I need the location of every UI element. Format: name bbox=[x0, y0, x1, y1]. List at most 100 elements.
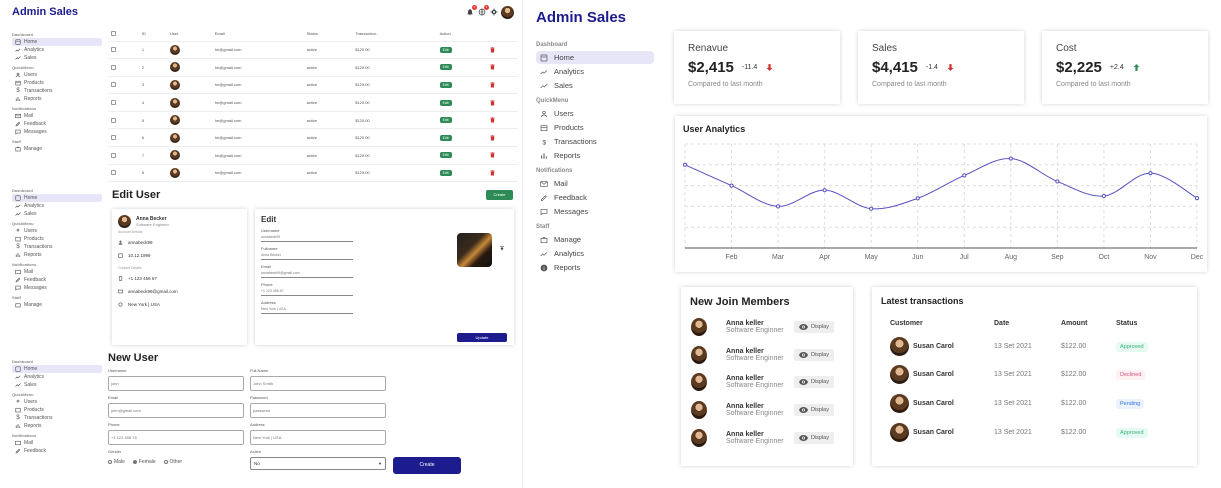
status-badge[interactable]: Approved bbox=[1116, 341, 1148, 352]
sidebar-item-home[interactable]: Home bbox=[12, 365, 102, 373]
gender-male-radio[interactable]: Male bbox=[108, 459, 125, 465]
sidebar-item-analytics[interactable]: Analytics bbox=[536, 65, 654, 78]
sidebar-item-mail[interactable]: Mail bbox=[536, 177, 654, 190]
sidebar-item-reports[interactable]: Reports bbox=[12, 422, 102, 430]
update-button[interactable]: Update bbox=[457, 333, 507, 342]
table-row[interactable]: 2 hn@gmail.com active $120.00 Edit bbox=[108, 58, 518, 77]
sidebar-item-messages[interactable]: Messages bbox=[536, 205, 654, 218]
data-point[interactable] bbox=[822, 188, 827, 193]
table-row[interactable]: 1 hn@gmail.com active $120.00 Edit bbox=[108, 41, 518, 60]
data-point[interactable] bbox=[915, 196, 920, 201]
column-header-id[interactable]: ID bbox=[138, 27, 167, 42]
sidebar-item-sales[interactable]: Sales bbox=[536, 79, 654, 92]
data-point[interactable] bbox=[1148, 171, 1153, 176]
gender-female-radio[interactable]: Female bbox=[132, 459, 156, 465]
gender-other-radio[interactable]: Other bbox=[163, 459, 182, 465]
table-row[interactable]: 6 hn@gmail.com active $120.00 Edit bbox=[108, 128, 518, 148]
data-point[interactable] bbox=[1008, 156, 1013, 161]
sidebar-item-sales[interactable]: Sales bbox=[12, 54, 102, 62]
edit-field-input[interactable]: New York | USA bbox=[261, 307, 353, 314]
sidebar-item-users[interactable]: Users bbox=[12, 71, 102, 79]
language-icon[interactable]: 2 bbox=[478, 5, 489, 16]
sidebar-item-transactions[interactable]: $ Transactions bbox=[12, 243, 102, 251]
sidebar-item-sales[interactable]: Sales bbox=[12, 210, 102, 218]
data-point[interactable] bbox=[775, 204, 781, 209]
sidebar-item-feedback[interactable]: Feedback bbox=[536, 191, 654, 204]
sidebar-item-manage[interactable]: Manage bbox=[12, 301, 102, 309]
display-button[interactable]: Display bbox=[793, 432, 834, 445]
sidebar-item-products[interactable]: Products bbox=[12, 79, 102, 87]
user-upload-image[interactable] bbox=[457, 233, 492, 267]
row-edit-button[interactable]: Edit bbox=[439, 81, 452, 88]
top-avatar[interactable] bbox=[501, 6, 514, 19]
sidebar-item-products[interactable]: Products bbox=[536, 121, 654, 134]
status-badge[interactable]: Pending bbox=[1116, 398, 1145, 409]
column-header-user[interactable]: User bbox=[166, 27, 212, 42]
column-header-transaction[interactable]: Transaction... bbox=[352, 27, 437, 42]
row-checkbox[interactable] bbox=[108, 76, 139, 95]
sidebar-item-mail[interactable]: Mail bbox=[12, 112, 102, 120]
sidebar-item-sales[interactable]: Sales bbox=[12, 381, 102, 389]
row-checkbox[interactable] bbox=[108, 58, 139, 77]
sidebar-item-reports[interactable]: Reports bbox=[12, 95, 102, 103]
notifications-icon[interactable]: 2 bbox=[466, 5, 477, 16]
sidebar-item-transactions[interactable]: $ Transactions bbox=[12, 87, 102, 95]
row-checkbox[interactable] bbox=[108, 111, 139, 130]
table-row[interactable]: 3 hn@gmail.com active $120.00 Edit bbox=[108, 76, 518, 95]
delete-icon[interactable] bbox=[490, 99, 515, 106]
delete-icon[interactable] bbox=[490, 82, 515, 88]
brand-logo[interactable]: Admin Sales bbox=[12, 6, 78, 18]
row-checkbox[interactable] bbox=[108, 128, 139, 148]
sidebar-item-mail[interactable]: Mail bbox=[12, 268, 102, 276]
delete-icon[interactable] bbox=[490, 117, 515, 123]
sidebar-item-analytics[interactable]: Analytics bbox=[12, 46, 102, 54]
sidebar-item-reports[interactable]: Reports bbox=[12, 251, 102, 259]
row-edit-button[interactable]: Edit bbox=[439, 117, 452, 124]
delete-icon[interactable] bbox=[490, 170, 515, 176]
sidebar-item-home[interactable]: Home bbox=[536, 51, 654, 64]
row-edit-button[interactable]: Edit bbox=[439, 134, 452, 141]
status-badge[interactable]: Approved bbox=[1116, 427, 1148, 438]
new-user-field-input[interactable]: New York | USA bbox=[250, 430, 386, 445]
sidebar-item-users[interactable]: Users bbox=[536, 107, 654, 120]
sidebar-item-feedback[interactable]: Feedback bbox=[12, 276, 102, 284]
row-checkbox[interactable] bbox=[108, 164, 139, 183]
sidebar-item-manage[interactable]: Manage bbox=[12, 145, 102, 153]
table-row[interactable]: 7 hn@gmail.com active $120.00 Edit bbox=[108, 146, 518, 165]
display-button[interactable]: Display bbox=[793, 404, 834, 417]
row-edit-button[interactable]: Edit bbox=[439, 169, 452, 176]
sidebar-item-feedback[interactable]: Feedback bbox=[12, 120, 102, 128]
create-user-button[interactable]: Create bbox=[486, 190, 513, 200]
delete-icon[interactable] bbox=[490, 135, 515, 141]
new-user-create-button[interactable]: Create bbox=[393, 457, 461, 474]
new-user-field-input[interactable]: +1 123 456 78 bbox=[108, 430, 244, 445]
new-user-field-input[interactable]: John Smith bbox=[250, 376, 386, 391]
delete-icon[interactable] bbox=[490, 64, 515, 70]
table-row[interactable]: 5 hn@gmail.com active $120.00 Edit bbox=[108, 111, 518, 130]
row-edit-button[interactable]: Edit bbox=[439, 46, 452, 53]
edit-field-input[interactable]: Anna Becker bbox=[261, 253, 353, 260]
display-button[interactable]: Display bbox=[793, 320, 834, 333]
sidebar-item-reports[interactable]: Reports bbox=[536, 261, 654, 274]
column-header-action[interactable]: Action bbox=[436, 27, 488, 42]
sidebar-item-mail[interactable]: Mail bbox=[12, 439, 102, 447]
sidebar-item-analytics[interactable]: Analytics bbox=[12, 373, 102, 381]
edit-field-input[interactable]: annabeck99 bbox=[261, 235, 353, 242]
edit-field-input[interactable]: +1 123 456 67 bbox=[261, 289, 353, 296]
display-button[interactable]: Display bbox=[793, 376, 834, 389]
brand-logo-large[interactable]: Admin Sales bbox=[536, 9, 626, 26]
row-checkbox[interactable] bbox=[108, 41, 139, 60]
sidebar-item-analytics[interactable]: Analytics bbox=[536, 247, 654, 260]
table-row[interactable]: 4 hn@gmail.com active $120.00 Edit bbox=[108, 93, 518, 112]
sidebar-item-manage[interactable]: Manage bbox=[536, 233, 654, 246]
data-point[interactable] bbox=[962, 173, 967, 178]
column-header-email[interactable]: Email bbox=[211, 27, 304, 42]
sidebar-item-messages[interactable]: Messages bbox=[12, 128, 102, 136]
new-user-field-input[interactable]: password bbox=[250, 403, 386, 418]
status-badge[interactable]: Declined bbox=[1116, 370, 1146, 381]
sidebar-item-products[interactable]: Products bbox=[12, 406, 102, 414]
select-all-checkbox[interactable] bbox=[108, 27, 139, 42]
sidebar-item-users[interactable]: Users bbox=[12, 398, 102, 406]
publish-upload-icon[interactable] bbox=[499, 245, 505, 251]
row-edit-button[interactable]: Edit bbox=[439, 152, 452, 159]
